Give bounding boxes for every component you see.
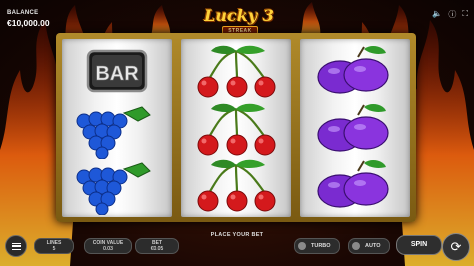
cherries-symbol bbox=[181, 157, 291, 215]
reel-1: BAR bbox=[62, 39, 172, 217]
toggle-knob bbox=[352, 242, 360, 250]
bar-symbol-label: BAR bbox=[95, 63, 139, 85]
bet-selector[interactable]: BET €0.05 bbox=[135, 238, 179, 254]
hamburger-icon bbox=[11, 242, 21, 250]
info-icon[interactable]: ⓘ bbox=[448, 9, 456, 20]
auto-label: AUTO bbox=[365, 243, 381, 249]
bet-value: €0.05 bbox=[150, 246, 164, 252]
slot-machine-frame: BAR bbox=[56, 33, 416, 222]
cherries-symbol bbox=[181, 101, 291, 159]
auto-toggle[interactable]: AUTO bbox=[348, 238, 390, 254]
logo-title: Lucky 3 bbox=[204, 6, 274, 25]
grapes-symbol bbox=[62, 101, 172, 159]
reel-2 bbox=[181, 39, 291, 217]
reel-3 bbox=[300, 39, 410, 217]
balance-value: €10,000.00 bbox=[7, 18, 50, 28]
coin-value-value: 0.03 bbox=[103, 246, 113, 252]
balance-label: BALANCE bbox=[7, 10, 39, 16]
plums-symbol bbox=[300, 43, 410, 101]
spin-button[interactable]: SPIN bbox=[396, 235, 442, 255]
toggle-knob bbox=[298, 242, 306, 250]
lines-selector[interactable]: LINES 5 bbox=[34, 238, 74, 254]
menu-button[interactable] bbox=[5, 235, 27, 257]
bar-symbol: BAR bbox=[62, 43, 172, 101]
lines-value: 5 bbox=[52, 246, 56, 252]
turbo-label: TURBO bbox=[311, 243, 331, 249]
balance-display: BALANCE €10,000.00 bbox=[7, 10, 50, 28]
cherries-symbol bbox=[181, 43, 291, 101]
plums-symbol bbox=[300, 157, 410, 215]
turbo-toggle[interactable]: TURBO bbox=[294, 238, 340, 254]
refresh-icon: ⟳ bbox=[450, 239, 462, 254]
coin-value-selector[interactable]: COIN VALUE 0.03 bbox=[84, 238, 132, 254]
grapes-symbol bbox=[62, 157, 172, 215]
spin-icon-button[interactable]: ⟳ bbox=[442, 233, 470, 261]
sound-icon[interactable]: 🔈 bbox=[432, 9, 442, 20]
top-icons: 🔈 ⓘ ⛶ bbox=[432, 9, 468, 20]
plums-symbol bbox=[300, 101, 410, 159]
fullscreen-icon[interactable]: ⛶ bbox=[462, 9, 468, 20]
